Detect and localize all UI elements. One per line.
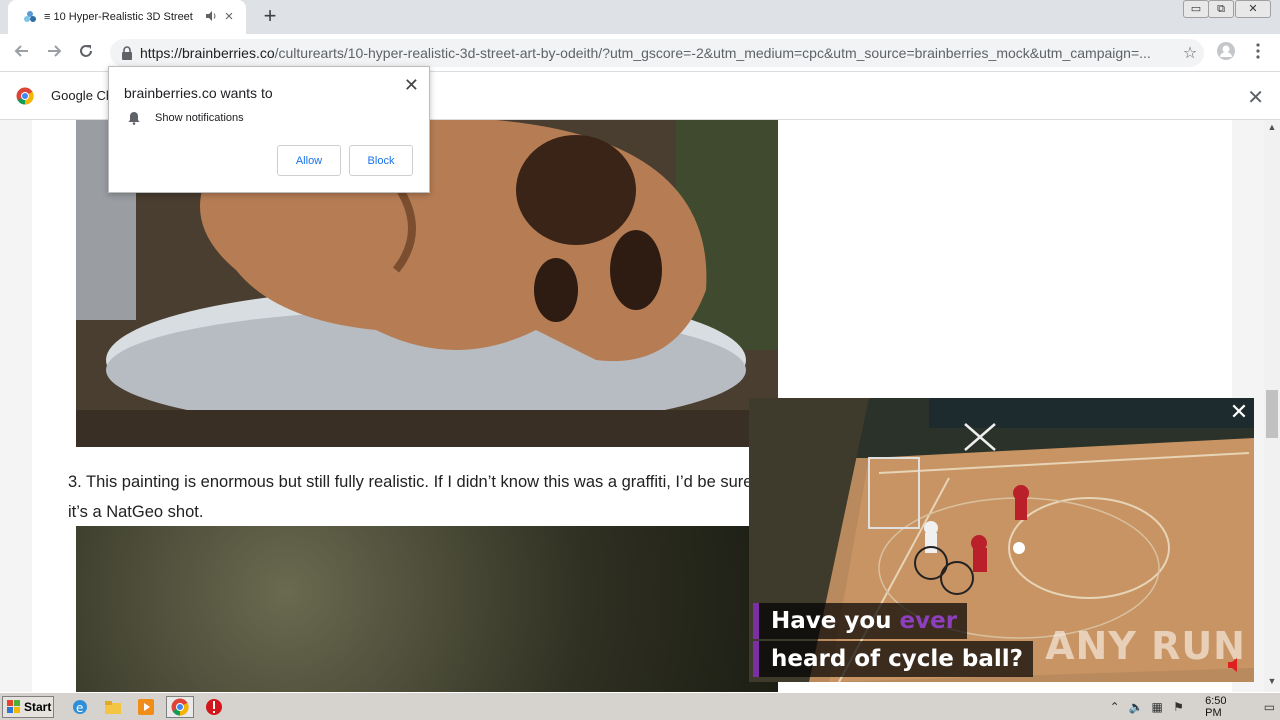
video-ad-player[interactable]: ✕ Have you ever heard of cycle ball? ANY… (749, 398, 1254, 682)
reload-icon[interactable] (74, 41, 98, 65)
tab-strip: ≡ 10 Hyper-Realistic 3D Street × + ▭ ⧉ ✕ (0, 0, 1280, 34)
url-text[interactable]: https://brainberries.co/culturearts/10-h… (140, 45, 1176, 61)
info-bar-close-icon[interactable]: ✕ (1247, 85, 1264, 110)
caption-text-a: Have you (771, 608, 900, 634)
start-button[interactable]: Start (2, 696, 54, 718)
video-caption-line-2: heard of cycle ball? (753, 641, 1033, 677)
tree-street-art-image (76, 526, 778, 692)
new-tab-button[interactable]: + (258, 4, 282, 28)
article-paragraph: 3. This painting is enormous but still f… (68, 473, 753, 521)
taskbar-clock[interactable]: 6:50 PM (1205, 695, 1245, 719)
media-player-icon[interactable] (136, 697, 156, 717)
anyrun-watermark: ANY RUN (1045, 624, 1246, 668)
internet-explorer-icon[interactable]: e (70, 697, 90, 717)
permission-close-icon[interactable]: ✕ (404, 75, 419, 96)
scrollbar-thumb[interactable] (1266, 390, 1278, 438)
tray-expand-icon[interactable]: ⌃ (1104, 700, 1125, 714)
system-tray: ⌃ 🔈 ▦ ⚑ 6:50 PM ▭ (1104, 695, 1280, 719)
video-caption-line-1: Have you ever (753, 603, 968, 639)
chrome-logo-icon (16, 87, 34, 105)
info-bar-text: Google Ch (51, 88, 114, 103)
restore-button[interactable]: ⧉ (1208, 0, 1234, 18)
muted-speaker-icon[interactable] (1226, 656, 1244, 674)
overlay-x-icon[interactable] (963, 422, 997, 452)
permission-label: Show notifications (155, 112, 244, 124)
allow-button[interactable]: Allow (277, 145, 341, 176)
windows-flag-icon (7, 700, 20, 713)
profile-avatar-icon[interactable] (1214, 41, 1238, 65)
svg-text:e: e (76, 701, 83, 715)
window-close-button[interactable]: ✕ (1235, 0, 1271, 18)
address-bar[interactable]: https://brainberries.co/culturearts/10-h… (110, 39, 1204, 67)
start-label: Start (24, 700, 52, 714)
tab-close-icon[interactable]: × (220, 8, 238, 26)
permission-heading: brainberries.co wants to (124, 85, 273, 101)
file-explorer-icon[interactable] (103, 697, 123, 717)
tab-title: ≡ 10 Hyper-Realistic 3D Street (44, 11, 193, 23)
volume-icon[interactable]: 🔈 (1125, 700, 1146, 714)
chrome-taskbar-icon[interactable] (166, 696, 194, 718)
page-scrollbar[interactable]: ▲ ▼ (1264, 120, 1280, 692)
block-button[interactable]: Block (349, 145, 413, 176)
bookmark-star-icon[interactable]: ☆ (1176, 43, 1204, 63)
bell-icon (127, 111, 141, 125)
show-desktop-icon[interactable]: ▭ (1259, 700, 1280, 714)
action-center-flag-icon[interactable]: ⚑ (1168, 700, 1189, 714)
back-arrow-icon[interactable] (10, 41, 34, 65)
windows-taskbar: Start e ⌃ 🔈 ▦ ⚑ 6:50 PM ▭ (0, 692, 1280, 720)
stop-sign-app-icon[interactable] (204, 697, 224, 717)
notification-permission-dialog: brainberries.co wants to ✕ Show notifica… (108, 66, 430, 193)
permission-row: Show notifications (127, 111, 244, 125)
browser-tab[interactable]: ≡ 10 Hyper-Realistic 3D Street × (8, 0, 246, 34)
tab-audio-speaker-icon[interactable] (202, 10, 220, 25)
forward-arrow-icon[interactable] (42, 41, 66, 65)
caption-text-highlight: ever (899, 608, 958, 634)
network-icon[interactable]: ▦ (1147, 700, 1168, 714)
url-host: https://brainberries.co (140, 45, 275, 61)
site-favicon-icon (22, 9, 38, 25)
video-ad-close-icon[interactable]: ✕ (1228, 401, 1250, 423)
lock-icon[interactable] (118, 44, 136, 62)
menu-kebab-icon[interactable] (1246, 41, 1270, 65)
scroll-up-arrow-icon[interactable]: ▲ (1264, 122, 1280, 136)
scroll-down-arrow-icon[interactable]: ▼ (1264, 676, 1280, 690)
url-path: /culturearts/10-hyper-realistic-3d-stree… (274, 45, 1151, 61)
minimize-button[interactable]: ▭ (1183, 0, 1209, 18)
